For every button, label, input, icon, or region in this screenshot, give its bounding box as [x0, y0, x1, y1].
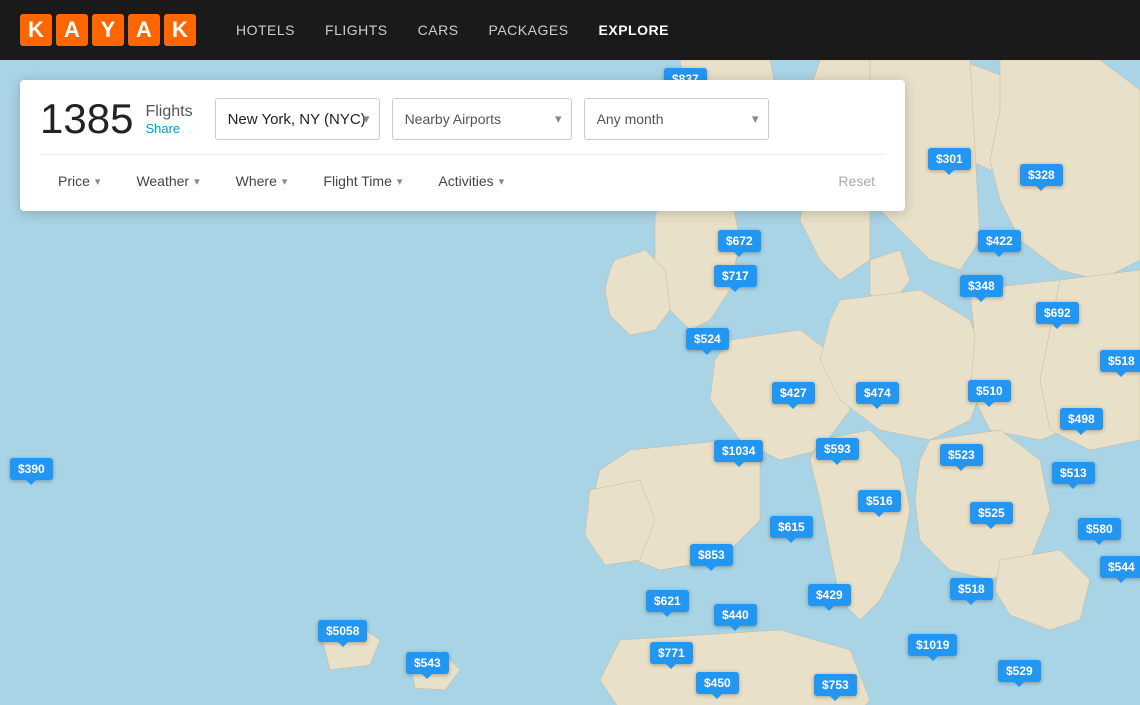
filter-bar: Price ▾ Weather ▾ Where ▾ Flight Time ▾ …	[40, 154, 885, 195]
airports-wrap: Nearby Airports	[392, 98, 572, 140]
price-tag[interactable]: $474	[856, 382, 899, 404]
price-tag[interactable]: $1034	[714, 440, 763, 462]
price-tag[interactable]: $529	[998, 660, 1041, 682]
nav-cars[interactable]: CARS	[418, 22, 459, 38]
nav-explore[interactable]: EXPLORE	[599, 22, 669, 38]
price-tag[interactable]: $692	[1036, 302, 1079, 324]
price-tag[interactable]: $498	[1060, 408, 1103, 430]
price-tag[interactable]: $510	[968, 380, 1011, 402]
price-tag[interactable]: $853	[690, 544, 733, 566]
price-tag[interactable]: $615	[770, 516, 813, 538]
filter-weather[interactable]: Weather ▾	[118, 167, 217, 195]
search-panel: 1385 Flights Share New York, NY (NYC) Ne…	[20, 80, 905, 211]
price-tag[interactable]: $427	[772, 382, 815, 404]
price-tag[interactable]: $516	[858, 490, 901, 512]
filter-flight-time[interactable]: Flight Time ▾	[305, 167, 420, 195]
origin-wrap: New York, NY (NYC)	[215, 98, 380, 140]
price-tag[interactable]: $543	[406, 652, 449, 674]
price-tag[interactable]: $440	[714, 604, 757, 626]
price-tag[interactable]: $771	[650, 642, 693, 664]
filter-activities[interactable]: Activities ▾	[420, 167, 522, 195]
price-tag[interactable]: $580	[1078, 518, 1121, 540]
price-tag[interactable]: $328	[1020, 164, 1063, 186]
nav-packages[interactable]: PACKAGES	[489, 22, 569, 38]
price-tag[interactable]: $672	[718, 230, 761, 252]
nav-links: HOTELS FLIGHTS CARS PACKAGES EXPLORE	[236, 22, 669, 38]
month-select[interactable]: Any month	[584, 98, 769, 140]
price-tag[interactable]: $348	[960, 275, 1003, 297]
logo-k: K	[20, 14, 52, 46]
price-tag[interactable]: $524	[686, 328, 729, 350]
price-tag[interactable]: $717	[714, 265, 757, 287]
nav-flights[interactable]: FLIGHTS	[325, 22, 388, 38]
flight-count: 1385	[40, 98, 133, 140]
logo[interactable]: K A Y A K	[20, 14, 196, 46]
price-tag[interactable]: $301	[928, 148, 971, 170]
flights-label: Flights Share	[145, 103, 192, 136]
nav-hotels[interactable]: HOTELS	[236, 22, 295, 38]
price-tag[interactable]: $518	[950, 578, 993, 600]
navbar: K A Y A K HOTELS FLIGHTS CARS PACKAGES E…	[0, 0, 1140, 60]
share-link[interactable]: Share	[145, 121, 192, 136]
search-top: 1385 Flights Share New York, NY (NYC) Ne…	[40, 98, 885, 140]
origin-select[interactable]: New York, NY (NYC)	[215, 98, 380, 140]
price-tag[interactable]: $621	[646, 590, 689, 612]
airports-select[interactable]: Nearby Airports	[392, 98, 572, 140]
price-tag[interactable]: $5058	[318, 620, 367, 642]
price-tag[interactable]: $593	[816, 438, 859, 460]
price-tag[interactable]: $390	[10, 458, 53, 480]
month-wrap: Any month	[584, 98, 769, 140]
price-tag[interactable]: $450	[696, 672, 739, 694]
price-tag[interactable]: $523	[940, 444, 983, 466]
logo-k2: K	[164, 14, 196, 46]
logo-a2: A	[128, 14, 160, 46]
price-tag[interactable]: $429	[808, 584, 851, 606]
reset-button[interactable]: Reset	[828, 167, 885, 195]
price-tag[interactable]: $1019	[908, 634, 957, 656]
price-tag[interactable]: $422	[978, 230, 1021, 252]
price-tag[interactable]: $544	[1100, 556, 1140, 578]
price-tag[interactable]: $753	[814, 674, 857, 696]
flights-text: Flights	[145, 103, 192, 121]
logo-y: Y	[92, 14, 124, 46]
filter-where[interactable]: Where ▾	[218, 167, 306, 195]
price-tag[interactable]: $525	[970, 502, 1013, 524]
price-tag[interactable]: $518	[1100, 350, 1140, 372]
price-tag[interactable]: $513	[1052, 462, 1095, 484]
logo-a1: A	[56, 14, 88, 46]
filter-price[interactable]: Price ▾	[40, 167, 118, 195]
